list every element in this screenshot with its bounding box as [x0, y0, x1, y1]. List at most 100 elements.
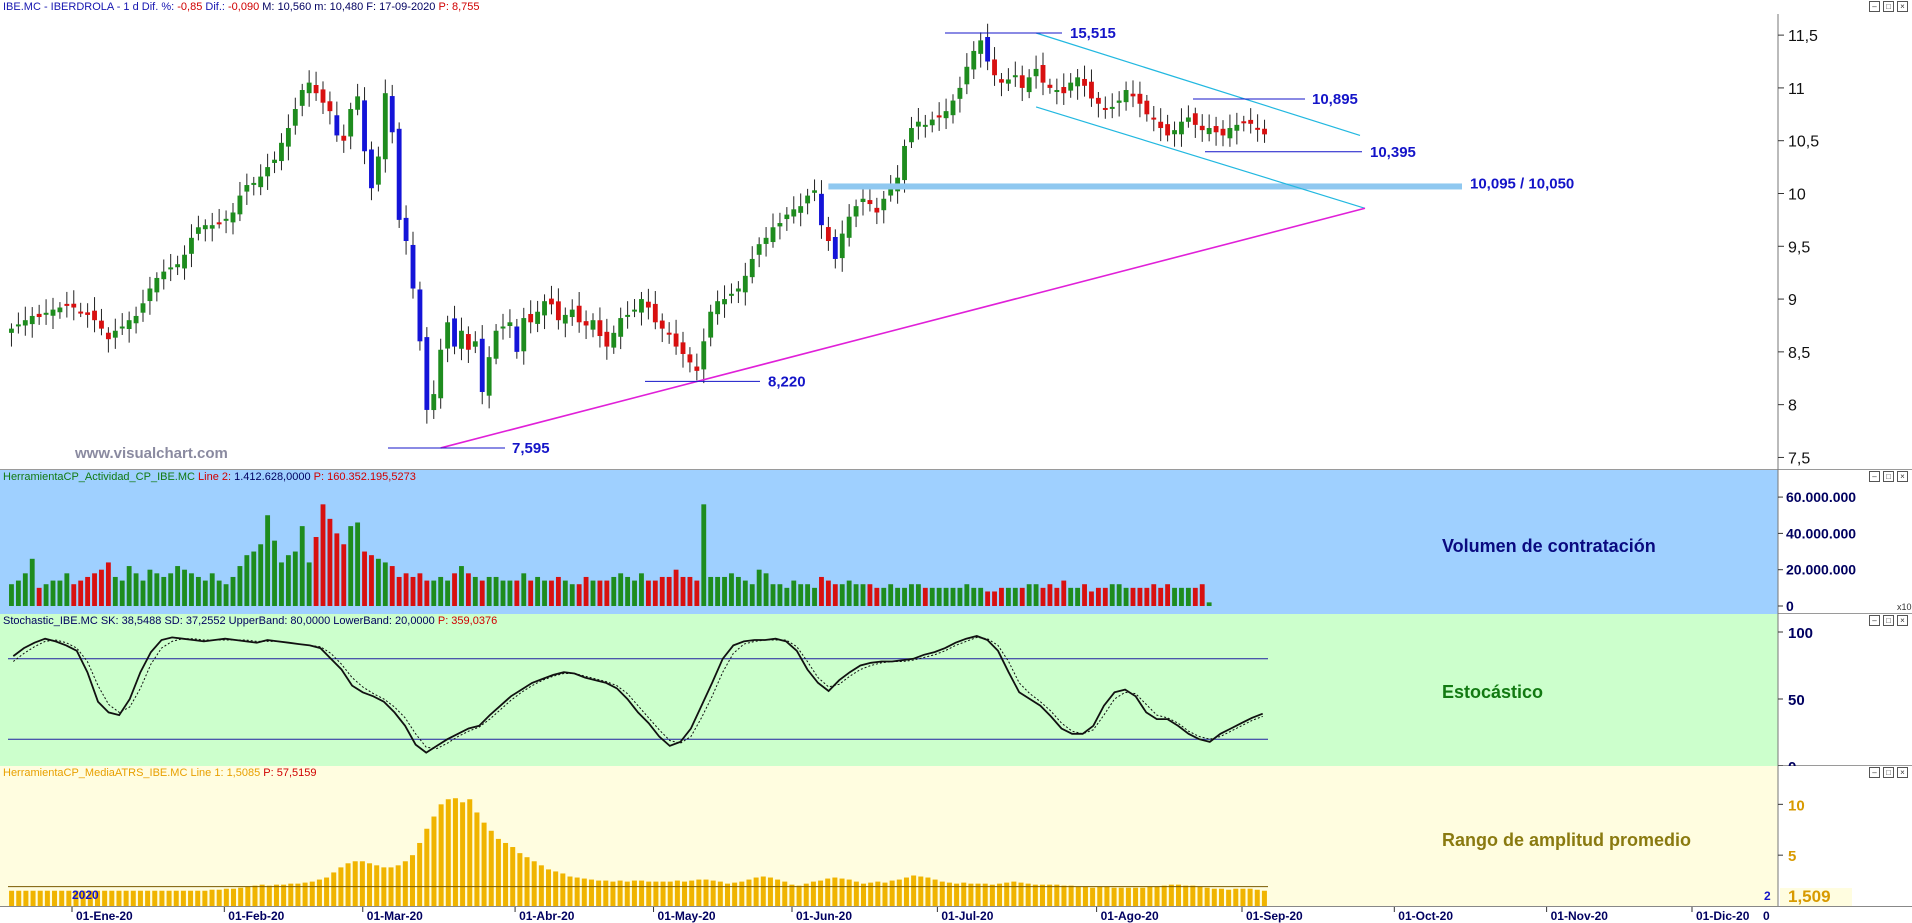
- volume-bar: [1116, 584, 1122, 606]
- volume-bar: [853, 584, 859, 606]
- candle-body: [1199, 125, 1205, 131]
- volume-bar: [881, 587, 887, 606]
- stoch-sd: SD: 37,2552: [164, 615, 226, 627]
- candle-body: [410, 244, 416, 289]
- atr-bar: [173, 890, 179, 906]
- x-tick-label: 01-Sep-20: [1246, 909, 1303, 923]
- atr-bar: [825, 878, 831, 906]
- candle-body: [1075, 77, 1081, 87]
- candle-body: [417, 289, 423, 342]
- atr-window-controls: – □ ×: [1869, 767, 1908, 778]
- atr-bar: [839, 878, 845, 906]
- candle-body: [1054, 90, 1060, 93]
- volume-bar: [874, 587, 880, 606]
- volume-bar: [805, 584, 811, 606]
- volume-bar: [251, 551, 257, 606]
- x-tick-label: 01-Oct-20: [1398, 909, 1453, 923]
- candle-body: [396, 128, 402, 220]
- volume-bar: [1061, 580, 1067, 606]
- candle-body: [770, 227, 776, 243]
- atr-bar: [1004, 882, 1010, 906]
- volume-bar: [1130, 587, 1136, 606]
- atr-bar: [302, 882, 308, 906]
- minimize-icon[interactable]: –: [1869, 615, 1880, 626]
- atr-bar: [703, 879, 709, 906]
- close-icon[interactable]: ×: [1897, 767, 1908, 778]
- volume-bar: [438, 576, 444, 606]
- candle-body: [604, 331, 610, 347]
- p-label: P:: [438, 1, 449, 13]
- volume-bar: [514, 580, 520, 606]
- candle-body: [1179, 121, 1184, 135]
- candle-body: [978, 40, 984, 54]
- candle-body: [43, 312, 49, 315]
- volume-bar: [1054, 587, 1060, 606]
- volume-bar: [1026, 584, 1032, 606]
- x-axis: 01-Ene-20 01-Feb-20 01-Mar-20 01-Abr-20 01-M…: [0, 906, 1912, 923]
- atr-bar: [925, 877, 931, 906]
- atr-bar: [331, 872, 337, 906]
- atr-bar: [252, 885, 258, 906]
- maximize-icon[interactable]: □: [1883, 1, 1894, 12]
- candle-body: [1234, 124, 1240, 131]
- candle-body: [119, 326, 125, 329]
- minimize-icon[interactable]: –: [1869, 1, 1880, 12]
- atr-bar: [1226, 889, 1232, 906]
- atr-bar: [1032, 884, 1038, 906]
- candle-body: [1213, 126, 1219, 133]
- candle-body: [583, 321, 589, 326]
- maximize-icon[interactable]: □: [1883, 767, 1894, 778]
- high-annotation-label: 15,515: [1070, 25, 1116, 42]
- atr-bar: [266, 885, 272, 906]
- atr-bar: [481, 822, 487, 906]
- close-icon[interactable]: ×: [1897, 471, 1908, 482]
- maximize-icon[interactable]: □: [1883, 615, 1894, 626]
- candle-body: [1061, 87, 1067, 94]
- candle-body: [36, 313, 42, 318]
- candle-body: [50, 309, 56, 316]
- minimize-icon[interactable]: –: [1869, 471, 1880, 482]
- atr-bar: [1140, 887, 1146, 906]
- close-icon[interactable]: ×: [1897, 615, 1908, 626]
- candle-body: [362, 100, 367, 152]
- atr-bar: [1111, 887, 1117, 906]
- candle-body: [549, 298, 554, 305]
- candle-body: [618, 318, 624, 337]
- volume-bar: [1179, 587, 1184, 606]
- atr-bar: [1097, 886, 1103, 906]
- close-icon[interactable]: ×: [1897, 1, 1908, 12]
- atr-bar: [1197, 886, 1203, 906]
- candle-body: [272, 159, 277, 163]
- candle-body: [1040, 65, 1046, 83]
- candle-body: [1172, 130, 1177, 135]
- atr-bar: [1125, 887, 1131, 906]
- volume-bar: [182, 569, 187, 606]
- x-tick-label: 01-Mar-20: [367, 909, 423, 923]
- atr-bar: [653, 881, 659, 906]
- volume-bar: [992, 591, 997, 606]
- candle-body: [348, 109, 354, 137]
- candle-body: [369, 149, 374, 189]
- atr-bar: [324, 877, 330, 906]
- atr-bar: [1104, 886, 1110, 906]
- candle-body: [597, 320, 603, 337]
- maximize-icon[interactable]: □: [1883, 471, 1894, 482]
- volume-bar: [140, 580, 146, 606]
- minimize-icon[interactable]: –: [1869, 767, 1880, 778]
- volume-bar: [625, 576, 631, 606]
- volume-bar: [825, 580, 831, 606]
- candle-body: [147, 288, 153, 302]
- candle-body: [874, 207, 880, 213]
- volume-bar: [1137, 587, 1143, 606]
- atr-bar: [152, 890, 158, 906]
- stoch-tick-label: 0: [1788, 759, 1796, 766]
- candle-body: [78, 311, 84, 314]
- atr-bar: [739, 881, 745, 906]
- volume-bar: [1095, 587, 1101, 606]
- atr-bar: [717, 881, 723, 906]
- volume-bar: [64, 573, 70, 606]
- atr-bar: [16, 890, 22, 906]
- price-tick-label: 8: [1788, 398, 1797, 415]
- atr-bar: [875, 881, 881, 906]
- x-tick-label: 01-Jun-20: [796, 909, 852, 923]
